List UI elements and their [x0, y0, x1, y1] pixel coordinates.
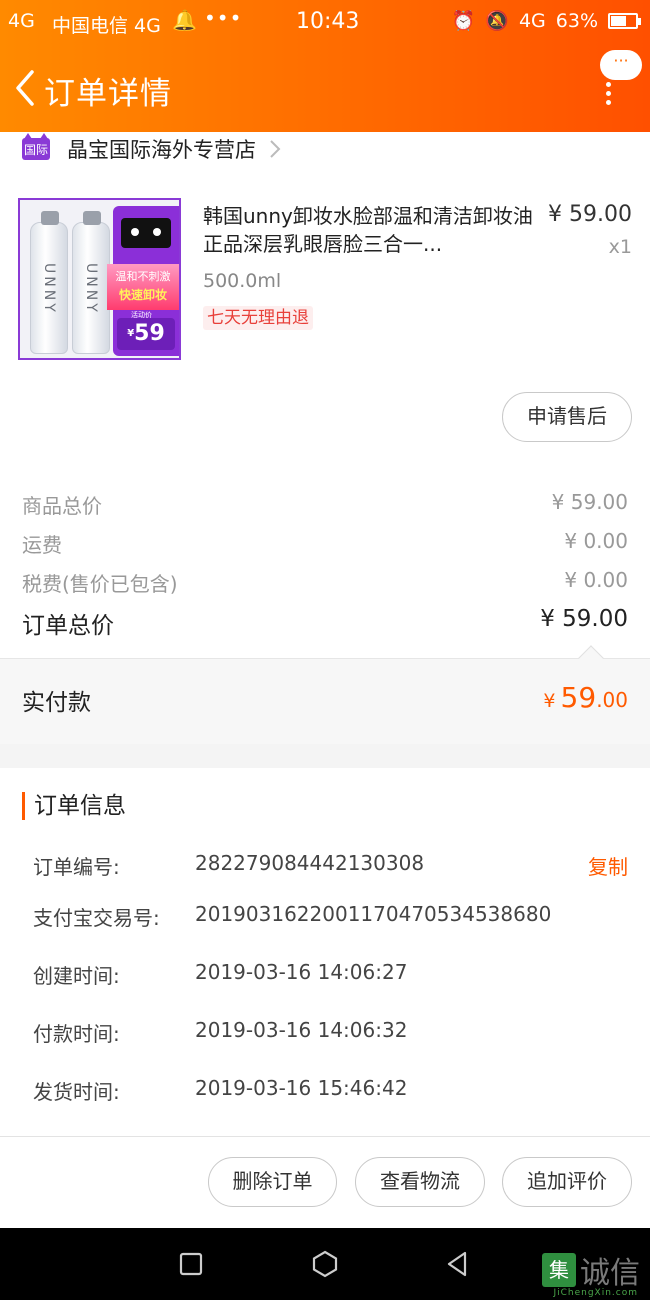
bottle-image: UNNY: [30, 211, 68, 354]
title-bar: 订单详情 ···: [0, 46, 650, 132]
info-value: 2019-03-16 14:06:32: [195, 1018, 408, 1042]
battery-fill: [611, 15, 626, 26]
bottle-image: UNNY: [72, 211, 110, 354]
product-quantity: x1: [608, 236, 632, 258]
bottle-brand-text: UNNY: [41, 263, 57, 315]
home-icon[interactable]: [311, 1250, 339, 1278]
status-bar: 4G 中国电信 4G 🔔 ••• 10:43 ⏰ 🔕 4G 63%: [0, 0, 650, 46]
shop-name: 晶宝国际海外专营店: [67, 138, 256, 162]
tax-label: 税费(售价已包含): [22, 572, 178, 596]
watermark-subtext: JiChengXin.com: [553, 1288, 638, 1298]
promo-note: 活动价: [131, 311, 152, 319]
info-value: 2019-03-16 15:46:42: [195, 1076, 408, 1100]
system-nav-bar: 集 诚信 JiChengXin.com: [0, 1228, 650, 1300]
shipping-label: 运费: [22, 533, 62, 557]
order-card: 国际 晶宝国际海外专营店 UNNY UNNY 温和不刺激 快速卸妆 ¥59 活动…: [0, 132, 650, 658]
tmall-cat-icon: [121, 218, 171, 248]
message-bubble-icon[interactable]: ···: [600, 50, 642, 80]
battery-percent: 63%: [555, 9, 598, 32]
order-total-label: 订单总价: [22, 613, 114, 639]
page-title: 订单详情: [44, 76, 172, 112]
back-nav-icon[interactable]: [443, 1250, 471, 1278]
shipping-value: ¥ 0.00: [564, 529, 628, 553]
more-notifications-icon: •••: [204, 6, 243, 30]
actual-payment-amount: ¥ 59.00: [543, 681, 628, 714]
carrier-name: 中国电信 4G: [52, 15, 161, 37]
product-price: ¥ 59.00: [548, 202, 632, 227]
info-key: 创建时间:: [33, 964, 120, 988]
goods-total-row: 商品总价 ¥ 59.00: [22, 490, 628, 519]
alarm-icon: ⏰: [451, 10, 476, 32]
return-policy-tag: 七天无理由退: [203, 306, 313, 330]
chevron-right-icon: [270, 140, 281, 158]
promo-price-value: 59: [134, 321, 165, 346]
goods-total-label: 商品总价: [22, 494, 102, 518]
product-spec: 500.0ml: [203, 270, 282, 292]
header: 4G 中国电信 4G 🔔 ••• 10:43 ⏰ 🔕 4G 63% 订单详情 ·…: [0, 0, 650, 132]
actual-payment-section: 实付款 ¥ 59.00: [0, 645, 650, 744]
order-total-row: 订单总价 ¥ 59.00: [22, 606, 628, 640]
promo-strip: 温和不刺激 快速卸妆: [107, 264, 179, 310]
info-key: 订单编号:: [33, 855, 120, 879]
info-key: 付款时间:: [33, 1022, 120, 1046]
copy-button[interactable]: 复制: [588, 851, 628, 880]
network-type: 4G: [518, 9, 546, 32]
notification-bell-icon: 🔔: [172, 8, 197, 32]
tax-row: 税费(售价已包含) ¥ 0.00: [22, 568, 628, 597]
promo-line2: 快速卸妆: [118, 288, 167, 302]
goods-total-value: ¥ 59.00: [551, 490, 628, 514]
product-title[interactable]: 韩国unny卸妆水脸部温和清洁卸妆油正品深层乳眼唇脸三合一...: [203, 202, 539, 258]
delete-order-button[interactable]: 删除订单: [208, 1157, 337, 1207]
actual-payment-label: 实付款: [22, 690, 91, 716]
more-menu-icon[interactable]: [606, 82, 612, 106]
recent-apps-icon[interactable]: [177, 1250, 205, 1278]
watermark-logo-icon: 集: [542, 1253, 576, 1287]
view-logistics-button[interactable]: 查看物流: [355, 1157, 485, 1207]
status-right-group: ⏰ 🔕 4G 63%: [451, 9, 641, 32]
mute-icon: 🔕: [485, 10, 509, 32]
info-key: 发货时间:: [33, 1080, 120, 1104]
watermark-text: 诚信: [580, 1256, 640, 1291]
signal-indicator: 4G: [8, 10, 35, 32]
product-thumbnail[interactable]: UNNY UNNY 温和不刺激 快速卸妆 ¥59 活动价: [18, 198, 181, 360]
info-key: 支付宝交易号:: [33, 906, 160, 930]
add-review-button[interactable]: 追加评价: [502, 1157, 632, 1207]
tmall-global-badge: 国际: [22, 133, 50, 160]
payment-currency: ¥: [543, 690, 556, 712]
shipping-row: 运费 ¥ 0.00: [22, 529, 628, 558]
status-time: 10:43: [296, 9, 360, 34]
order-info-section: 订单信息 订单编号: 282279084442130308 复制 支付宝交易号:…: [0, 768, 650, 1136]
info-value: 2019-03-16 14:06:27: [195, 960, 408, 984]
action-bar: 删除订单 查看物流 追加评价: [0, 1136, 650, 1228]
battery-icon: [608, 12, 641, 29]
info-value: 2019031622001170470534538680: [195, 902, 552, 926]
back-arrow-icon[interactable]: [12, 68, 42, 108]
info-value: 282279084442130308: [195, 851, 425, 875]
payment-amount-int: 59: [560, 681, 597, 714]
promo-line1: 温和不刺激: [115, 270, 171, 283]
payment-amount-dec: .00: [596, 688, 628, 712]
watermark-logo: 集 诚信: [542, 1248, 640, 1292]
tax-value: ¥ 0.00: [564, 568, 628, 592]
after-sale-button[interactable]: 申请售后: [502, 392, 632, 442]
promo-price: ¥59: [117, 318, 175, 350]
bottle-brand-text: UNNY: [83, 263, 99, 315]
shop-row[interactable]: 国际 晶宝国际海外专营店: [22, 133, 282, 164]
order-info-title: 订单信息: [22, 792, 126, 820]
promo-panel: 温和不刺激 快速卸妆 ¥59 活动价: [107, 206, 179, 356]
order-total-value: ¥ 59.00: [540, 606, 628, 632]
